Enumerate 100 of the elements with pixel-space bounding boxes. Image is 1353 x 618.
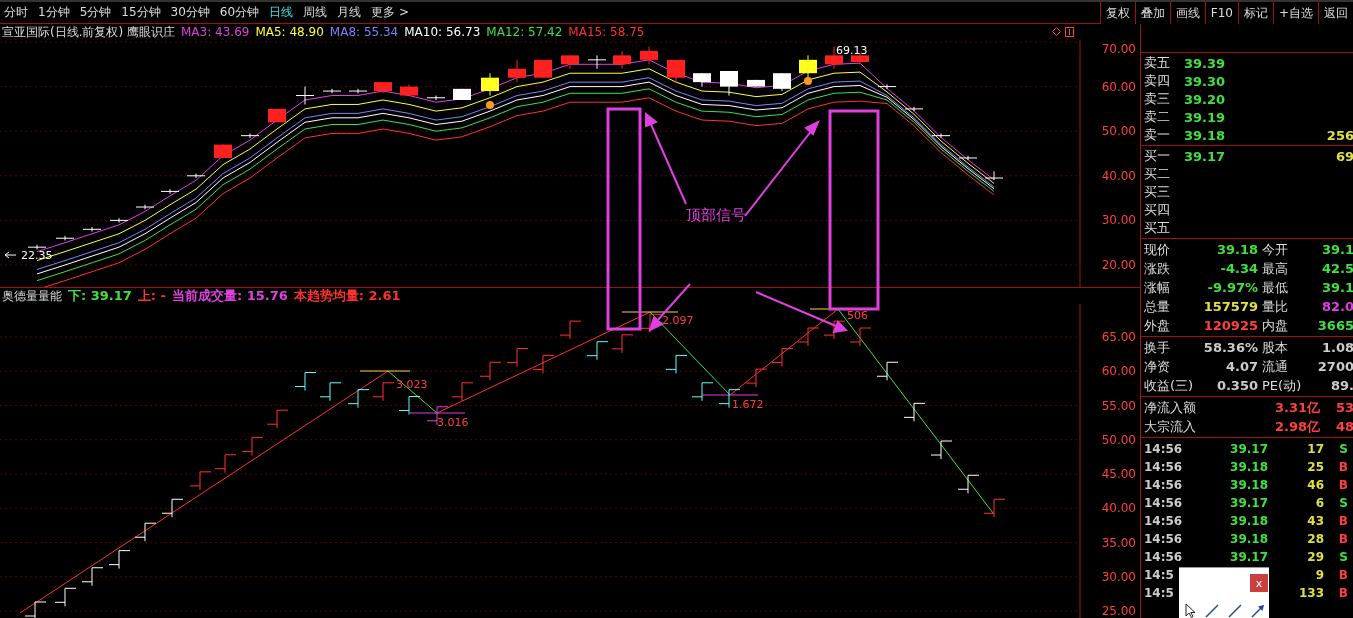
volume-step-mark (797, 327, 820, 347)
axis-label: 40.00 (1101, 501, 1136, 516)
candlestick (160, 188, 180, 195)
toolbar-button[interactable]: 返回 (1318, 2, 1353, 24)
order-label: 买四 (1144, 201, 1171, 219)
period-tab[interactable]: 更多 > (371, 4, 409, 21)
candlestick (240, 132, 260, 139)
volume-step-mark (930, 440, 953, 460)
diamond-icon[interactable] (1052, 27, 1061, 36)
toolbar-button[interactable]: 标记 (1237, 2, 1273, 24)
axis-label: 55.00 (1101, 398, 1136, 413)
period-tab[interactable]: 15分钟 (121, 4, 161, 21)
close-button[interactable]: x (1250, 574, 1268, 592)
indicator-value: MA10: 56.73 (404, 25, 481, 39)
cursor-icon[interactable] (1185, 603, 1196, 618)
line-icon[interactable] (1228, 603, 1242, 618)
tick-price: 39.18 (1229, 460, 1268, 474)
volume-step-mark (134, 522, 157, 542)
period-tab[interactable]: 月线 (337, 4, 362, 21)
indicator-value: 下: 39.17 (68, 287, 132, 305)
order-label: 买一 (1144, 147, 1171, 165)
trough-marker-line (409, 412, 466, 414)
quote-value: 42.5 (1320, 261, 1353, 276)
volume-step-mark (506, 348, 529, 368)
volume-step-mark (823, 320, 846, 340)
tick-price: 39.17 (1229, 442, 1268, 456)
tick-time: 14:56 (1144, 442, 1184, 456)
order-price: 39.20 (1184, 91, 1227, 107)
quote-value: 39.1 (1320, 242, 1353, 257)
flow-value: 2.98亿 (1273, 417, 1320, 436)
toolbar-button[interactable]: 复权 (1099, 2, 1135, 24)
stat-label: 收益(三) (1144, 376, 1195, 395)
axis-label: 35.00 (1101, 535, 1136, 550)
tick-price: 39.18 (1229, 478, 1268, 492)
volume-step-mark (771, 348, 794, 368)
candlestick (295, 86, 315, 105)
candlestick (747, 79, 765, 88)
line-segment-icon[interactable] (1205, 603, 1219, 618)
axis-label: 60.00 (1101, 79, 1136, 94)
order-label: 卖五 (1144, 54, 1171, 72)
toolbar-button[interactable]: +自选 (1272, 2, 1318, 24)
stat-value: 58.36% (1202, 340, 1258, 355)
high-price-label: 69.13 (836, 44, 868, 57)
volume-step-mark (849, 327, 872, 347)
quote-value: 157579 (1202, 299, 1258, 314)
period-tab[interactable]: 1分钟 (38, 4, 70, 21)
period-tab[interactable]: 日线 (269, 4, 294, 21)
pointer-arrow-icon (4, 251, 17, 259)
indicator-value: MA5: 48.90 (255, 25, 324, 39)
quote-label: 最高 (1261, 259, 1289, 278)
arrow-line-icon[interactable] (1251, 603, 1265, 618)
indicator-value: MA8: 55.34 (329, 25, 399, 39)
volume-step-mark (54, 587, 77, 607)
candlestick (186, 173, 206, 179)
period-tab[interactable]: 周线 (303, 4, 328, 21)
candlestick (851, 52, 869, 65)
tick-side: B (1337, 460, 1348, 474)
axis-label: 30.00 (1101, 213, 1136, 228)
stat-label: PE(动) (1261, 376, 1303, 395)
candlestick (587, 54, 607, 70)
volume-step-mark (559, 320, 582, 340)
peak-marker-line (621, 311, 679, 313)
stat-value: 0.350 (1215, 378, 1258, 393)
period-tab[interactable]: 5分钟 (79, 4, 112, 21)
tick-volume: 28 (1306, 532, 1324, 546)
order-price: 39.39 (1184, 55, 1227, 71)
axis-label: 30.00 (1101, 569, 1136, 584)
low-price-label: 22.35 (21, 249, 53, 262)
volume-step-mark (451, 382, 474, 402)
stat-value: 89. (1329, 378, 1353, 393)
candlestick (931, 132, 951, 139)
volume-step-mark (903, 402, 926, 422)
period-tab[interactable]: 60分钟 (219, 4, 260, 21)
quote-value: 82.0 (1320, 299, 1353, 314)
quote-label: 涨幅 (1144, 278, 1171, 297)
tick-side: B (1337, 532, 1348, 546)
candlestick (508, 59, 526, 83)
toolbar-button[interactable]: 叠加 (1134, 2, 1170, 24)
period-tab[interactable]: 30分钟 (170, 4, 210, 21)
stat-label: 流通 (1261, 357, 1289, 376)
tick-volume: 29 (1306, 550, 1324, 564)
candlestick (374, 81, 392, 94)
tick-volume: 9 (1314, 568, 1324, 582)
candlestick (426, 95, 446, 101)
tick-volume: 25 (1306, 460, 1324, 474)
tick-volume: 6 (1314, 496, 1324, 510)
candlestick (984, 170, 1004, 181)
order-price: 39.17 (1184, 148, 1227, 164)
volume-step-mark (691, 382, 714, 402)
candlestick (613, 50, 631, 70)
candlestick (55, 235, 75, 241)
period-tab[interactable]: 分时 (4, 4, 28, 21)
toolbar-button[interactable]: 画线 (1169, 2, 1205, 24)
toolbar-button[interactable]: F10 (1204, 2, 1238, 24)
volume-step-mark (108, 550, 131, 570)
square-icon[interactable] (1065, 27, 1074, 37)
order-volume: 256 (1325, 127, 1353, 143)
axis-label: 45.00 (1101, 467, 1136, 481)
candlestick (720, 70, 738, 96)
point-value-label: 3.016 (437, 416, 469, 429)
